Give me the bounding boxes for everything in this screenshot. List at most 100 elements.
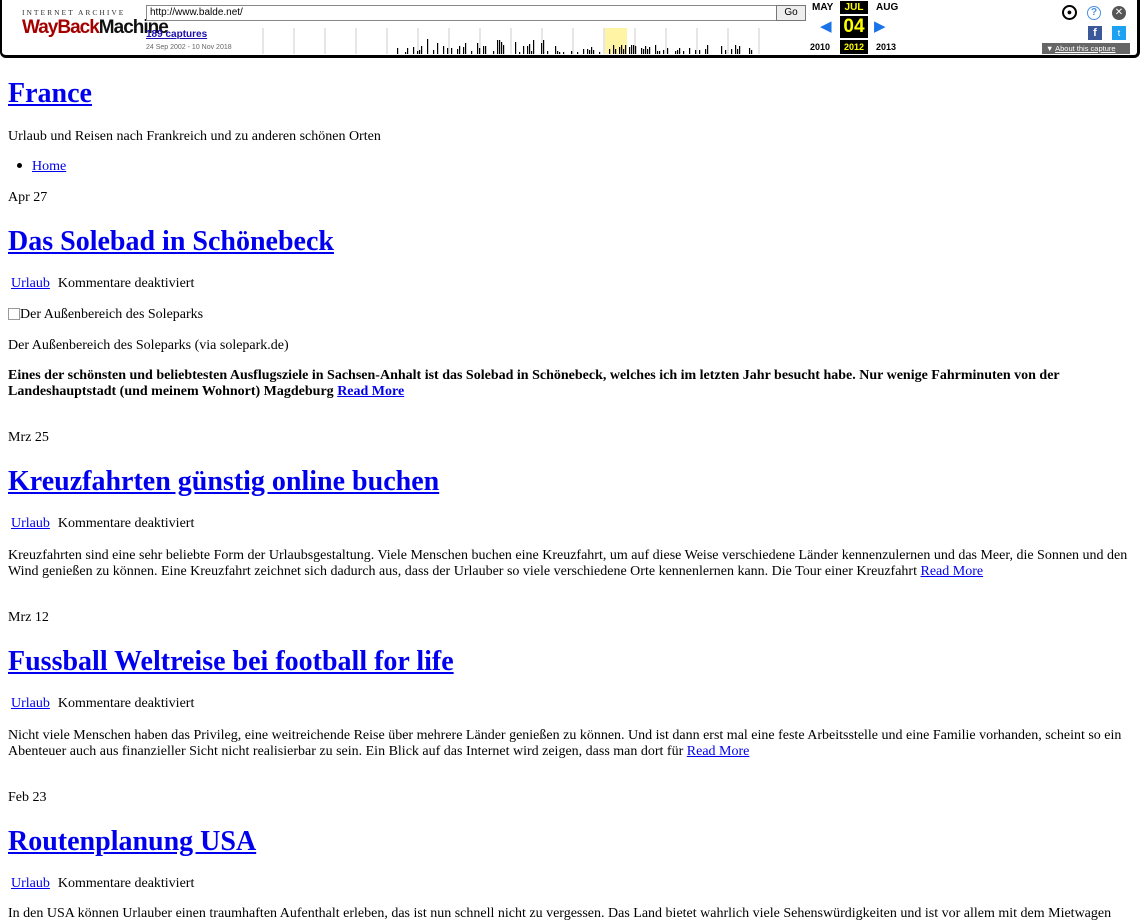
post-title-link[interactable]: Routenplanung USA [8, 826, 256, 857]
post-meta: Urlaub Kommentare deaktiviert [8, 276, 194, 292]
post-title-link[interactable]: Das Solebad in Schönebeck [8, 226, 334, 257]
capture-bar [615, 49, 617, 54]
post-meta: Urlaub Kommentare deaktiviert [8, 516, 194, 532]
capture-bar [699, 50, 701, 54]
capture-bar [623, 49, 625, 54]
capture-bar [451, 48, 453, 54]
capture-bar [405, 52, 407, 54]
category-link[interactable]: Urlaub [11, 696, 50, 711]
site-title-link[interactable]: France [8, 78, 92, 109]
capture-bar [631, 45, 633, 54]
next-capture-arrow-icon[interactable]: ▶ [874, 18, 886, 36]
read-more-link[interactable]: Read More [921, 564, 984, 579]
capture-bar [503, 45, 505, 54]
capture-bar [527, 46, 529, 54]
capture-bar [629, 47, 631, 54]
capture-bar [583, 49, 585, 54]
image-caption: Der Außenbereich des Soleparks (via sole… [8, 338, 289, 353]
excerpt-text: Nicht viele Menschen haben das Privileg,… [8, 728, 1122, 759]
capture-bar [641, 48, 643, 54]
url-input[interactable]: http://www.balde.net/ [146, 5, 778, 21]
year-next-link[interactable]: 2013 [876, 42, 896, 52]
capture-bar [499, 40, 501, 54]
capture-bar [587, 49, 589, 54]
bullet-icon [17, 163, 22, 169]
close-icon[interactable]: ✕ [1112, 6, 1126, 20]
capture-bar [421, 46, 423, 54]
capture-bar [633, 45, 635, 54]
capture-bar [457, 49, 459, 54]
post-excerpt: Nicht viele Menschen haben das Privileg,… [8, 728, 1128, 760]
facebook-icon[interactable]: f [1088, 26, 1102, 40]
capture-bar [655, 45, 657, 54]
capture-bar [725, 50, 727, 54]
excerpt-text: In den USA können Urlauber einen traumha… [8, 906, 1112, 921]
read-more-link[interactable]: Read More [337, 384, 404, 399]
capture-bar [599, 52, 601, 54]
capture-bar [643, 49, 645, 54]
about-capture-button[interactable]: ▼ About this capture [1042, 43, 1130, 54]
help-icon[interactable]: ? [1087, 6, 1101, 20]
post-meta: Urlaub Kommentare deaktiviert [8, 876, 194, 892]
capture-bar [483, 46, 485, 54]
capture-bar [677, 50, 679, 54]
prev-capture-arrow-icon[interactable]: ◀ [820, 18, 832, 36]
capture-bar [417, 51, 419, 54]
capture-bar [695, 50, 697, 54]
capture-bar [501, 42, 503, 54]
capture-bar [593, 50, 595, 54]
twitter-icon[interactable]: t [1112, 26, 1126, 40]
post-image: Der Außenbereich des Soleparks [8, 307, 203, 323]
post-title-link[interactable]: Fussball Weltreise bei football for life [8, 646, 454, 677]
nav-home-link[interactable]: Home [32, 159, 66, 174]
capture-bar [433, 50, 435, 54]
post-date: Feb 23 [8, 790, 47, 805]
category-link[interactable]: Urlaub [11, 276, 50, 291]
capture-bar [619, 47, 621, 54]
capture-bar [471, 51, 473, 54]
capture-bar [721, 46, 723, 54]
category-link[interactable]: Urlaub [11, 876, 50, 891]
go-button[interactable]: Go [776, 5, 806, 21]
post-date: Mrz 25 [8, 430, 49, 445]
capture-bar [679, 48, 681, 54]
capture-bar [515, 42, 517, 54]
capture-bar [555, 46, 557, 54]
user-icon[interactable]: ● [1062, 5, 1077, 20]
capture-bar [533, 40, 535, 54]
category-link[interactable]: Urlaub [11, 516, 50, 531]
capture-bar [571, 51, 573, 54]
capture-bar [577, 52, 579, 54]
capture-bar [541, 43, 543, 54]
site-description: Urlaub und Reisen nach Frankreich und zu… [8, 129, 381, 144]
post-title: Das Solebad in Schönebeck [8, 226, 334, 258]
capture-bar [737, 49, 739, 54]
capture-bar [645, 46, 647, 54]
comments-status: Kommentare deaktiviert [57, 696, 195, 711]
capture-bar [547, 51, 549, 54]
capture-bar [667, 48, 669, 54]
year-current: 2012 [840, 40, 868, 54]
month-prev-link[interactable]: MAY [812, 2, 833, 13]
wayback-toolbar: INTERNET ARCHIVE WayBackMachine http://w… [0, 0, 1140, 58]
post-excerpt: Eines der schönsten und beliebtesten Aus… [8, 368, 1128, 400]
wayback-logo[interactable]: INTERNET ARCHIVE WayBackMachine [22, 8, 169, 37]
captures-link[interactable]: 189 captures [146, 29, 207, 40]
broken-image-icon [8, 308, 20, 320]
read-more-link[interactable]: Read More [687, 744, 750, 759]
capture-bar [659, 51, 661, 54]
image-alt-text: Der Außenbereich des Soleparks [20, 307, 204, 322]
month-next-link[interactable]: AUG [876, 2, 898, 13]
capture-sparkline[interactable] [257, 28, 807, 54]
nav-menu: Home [8, 159, 66, 175]
year-prev-link[interactable]: 2010 [810, 42, 830, 52]
capture-bar [519, 52, 521, 54]
capture-bar [479, 48, 481, 54]
capture-bar [749, 48, 751, 54]
capture-bar [589, 50, 591, 54]
capture-bar [531, 51, 533, 54]
capture-bar [563, 52, 565, 54]
post-title-link[interactable]: Kreuzfahrten günstig online buchen [8, 466, 439, 497]
capture-bar [419, 50, 421, 54]
excerpt-text: Eines der schönsten und beliebtesten Aus… [8, 368, 1060, 399]
